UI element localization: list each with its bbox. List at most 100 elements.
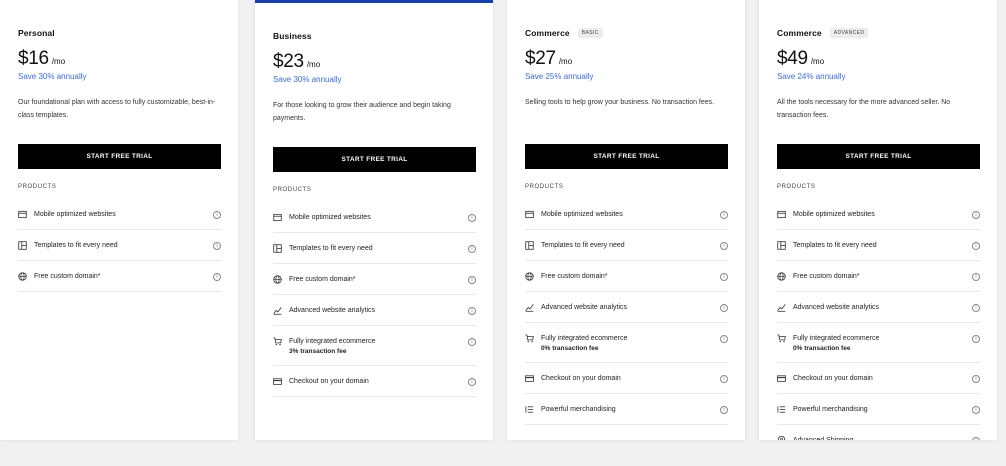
products-heading: PRODUCTS bbox=[273, 187, 312, 193]
info-icon[interactable]: i bbox=[720, 304, 728, 312]
start-free-trial-button[interactable]: START FREE TRIAL bbox=[273, 147, 476, 172]
info-icon[interactable]: i bbox=[468, 378, 476, 386]
feature-label: Templates to fit every need bbox=[289, 245, 373, 252]
price-period: /mo bbox=[558, 57, 573, 66]
plan-card-3: Commerce ADVANCED $49 /mo Save 24% annua… bbox=[759, 0, 997, 440]
info-icon[interactable]: i bbox=[972, 242, 980, 250]
start-free-trial-button[interactable]: START FREE TRIAL bbox=[777, 144, 980, 169]
feature-label: Checkout on your domain bbox=[541, 375, 621, 382]
info-icon[interactable]: i bbox=[972, 406, 980, 414]
feature-row: Advanced website analytics i bbox=[777, 292, 980, 323]
feature-label: Free custom domain* bbox=[541, 273, 608, 280]
feature-row: Templates to fit every need i bbox=[525, 230, 728, 261]
price-row: $23 /mo bbox=[273, 51, 476, 73]
plan-header: Commerce ADVANCED bbox=[777, 0, 980, 48]
annual-savings: Save 30% annually bbox=[273, 75, 342, 84]
info-icon[interactable]: i bbox=[213, 242, 221, 250]
info-icon[interactable]: i bbox=[972, 375, 980, 383]
info-icon[interactable]: i bbox=[720, 242, 728, 250]
start-free-trial-button[interactable]: START FREE TRIAL bbox=[525, 144, 728, 169]
price-period: /mo bbox=[810, 57, 825, 66]
info-icon[interactable]: i bbox=[468, 307, 476, 315]
plan-price: $16 bbox=[18, 48, 49, 69]
info-icon[interactable]: i bbox=[720, 375, 728, 383]
info-icon[interactable]: i bbox=[468, 276, 476, 284]
browser-icon bbox=[18, 210, 27, 219]
feature-row: Free custom domain* i bbox=[777, 261, 980, 292]
annual-savings: Save 24% annually bbox=[777, 72, 846, 81]
plan-description: Selling tools to help grow your business… bbox=[525, 99, 715, 106]
cart-icon bbox=[273, 337, 282, 346]
plan-name: Commerce bbox=[525, 28, 570, 38]
list-icon bbox=[777, 405, 786, 414]
info-icon[interactable]: i bbox=[972, 437, 980, 440]
plan-card-0: Personal $16 /mo Save 30% annually Our f… bbox=[0, 0, 238, 440]
feature-row: Advanced website analytics i bbox=[525, 292, 728, 323]
info-icon[interactable]: i bbox=[972, 335, 980, 343]
info-icon[interactable]: i bbox=[720, 406, 728, 414]
feature-label: Fully integrated ecommerce bbox=[541, 335, 628, 342]
browser-icon bbox=[273, 213, 282, 222]
info-icon[interactable]: i bbox=[720, 211, 728, 219]
card-icon bbox=[777, 374, 786, 383]
price-row: $27 /mo bbox=[525, 48, 728, 70]
globe-icon bbox=[273, 275, 282, 284]
feature-sub-label: 0% transaction fee bbox=[541, 345, 599, 352]
feature-sub-label: 3% transaction fee bbox=[289, 348, 347, 355]
price-row: $49 /mo bbox=[777, 48, 980, 70]
feature-row: Free custom domain* i bbox=[273, 264, 476, 295]
plan-price: $27 bbox=[525, 48, 556, 69]
plan-badge: BASIC bbox=[577, 28, 603, 38]
feature-row: Checkout on your domain i bbox=[525, 363, 728, 394]
template-icon bbox=[18, 241, 27, 250]
price-period: /mo bbox=[306, 60, 321, 69]
browser-icon bbox=[525, 210, 534, 219]
info-icon[interactable]: i bbox=[972, 211, 980, 219]
feature-label: Advanced website analytics bbox=[541, 304, 627, 311]
feature-sub-label: 0% transaction fee bbox=[793, 345, 851, 352]
info-icon[interactable]: i bbox=[213, 211, 221, 219]
feature-row: Advanced website analytics i bbox=[273, 295, 476, 326]
feature-label: Advanced Shipping bbox=[793, 437, 853, 440]
feature-row: Advanced Shipping i bbox=[777, 425, 980, 440]
info-icon[interactable]: i bbox=[468, 338, 476, 346]
info-icon[interactable]: i bbox=[972, 304, 980, 312]
feature-row: Free custom domain* i bbox=[525, 261, 728, 292]
feature-row: Mobile optimized websites i bbox=[777, 199, 980, 230]
plan-badge: ADVANCED bbox=[829, 28, 869, 38]
analytics-icon bbox=[273, 306, 282, 315]
plan-description: All the tools necessary for the more adv… bbox=[777, 99, 951, 119]
info-icon[interactable]: i bbox=[720, 273, 728, 281]
plan-name: Business bbox=[273, 31, 312, 41]
info-icon[interactable]: i bbox=[468, 214, 476, 222]
products-heading: PRODUCTS bbox=[525, 184, 564, 190]
plan-card-1: Business $23 /mo Save 30% annually For t… bbox=[255, 0, 493, 440]
feature-label: Fully integrated ecommerce bbox=[289, 338, 376, 345]
list-icon bbox=[525, 405, 534, 414]
plan-name: Personal bbox=[18, 28, 55, 38]
feature-label: Mobile optimized websites bbox=[34, 211, 116, 218]
pricing-page: Personal $16 /mo Save 30% annually Our f… bbox=[0, 0, 1006, 466]
plan-description: Our foundational plan with access to ful… bbox=[18, 99, 216, 119]
products-heading: PRODUCTS bbox=[18, 184, 57, 190]
plan-price: $49 bbox=[777, 48, 808, 69]
feature-label: Free custom domain* bbox=[34, 273, 101, 280]
globe-icon bbox=[525, 272, 534, 281]
browser-icon bbox=[777, 210, 786, 219]
feature-row: Powerful merchandising i bbox=[525, 394, 728, 425]
feature-list: Mobile optimized websites i Templates to… bbox=[18, 199, 221, 292]
info-icon[interactable]: i bbox=[972, 273, 980, 281]
analytics-icon bbox=[777, 303, 786, 312]
info-icon[interactable]: i bbox=[720, 335, 728, 343]
annual-savings: Save 25% annually bbox=[525, 72, 594, 81]
feature-list: Mobile optimized websites i Templates to… bbox=[777, 199, 980, 440]
cart-icon bbox=[525, 334, 534, 343]
globe-icon bbox=[18, 272, 27, 281]
feature-list: Mobile optimized websites i Templates to… bbox=[525, 199, 728, 425]
info-icon[interactable]: i bbox=[213, 273, 221, 281]
globe-icon bbox=[777, 272, 786, 281]
info-icon[interactable]: i bbox=[468, 245, 476, 253]
template-icon bbox=[525, 241, 534, 250]
start-free-trial-button[interactable]: START FREE TRIAL bbox=[18, 144, 221, 169]
feature-row: Free custom domain* i bbox=[18, 261, 221, 292]
